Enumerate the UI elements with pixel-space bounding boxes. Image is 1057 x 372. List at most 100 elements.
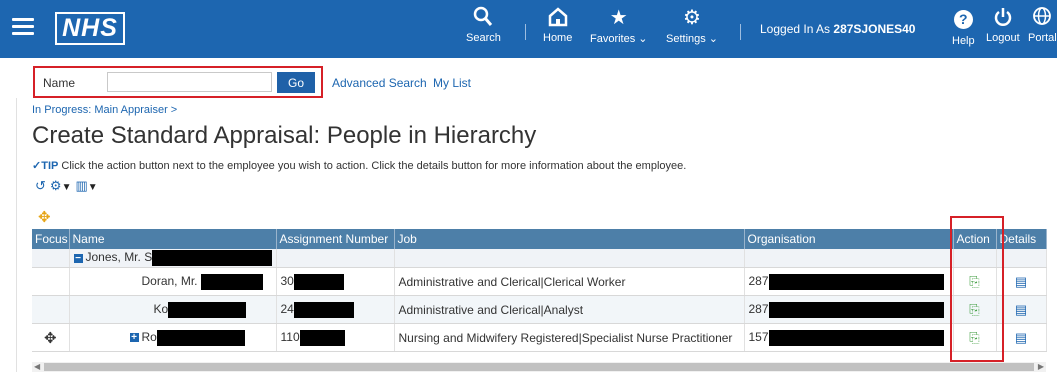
go-button[interactable]: Go [277,72,315,93]
table-cell [276,249,395,268]
name-search-input[interactable] [107,72,272,92]
redacted-block [156,329,245,346]
logged-in-status: Logged In As 287SJONES40 [760,22,915,36]
group-name: Jones, Mr. S [85,250,153,265]
table-cell [32,295,70,324]
redacted-block [200,273,263,290]
focus-all-icon[interactable]: ✥ [38,208,51,226]
tip-body: Click the action button next to the empl… [58,160,687,172]
scrollbar-thumb[interactable] [44,363,1034,371]
divider [740,24,741,40]
table-cell [744,249,954,268]
details-cell: ▤ [996,295,1047,324]
help-label: Help [952,35,975,47]
favorites-nav[interactable]: ★ Favorites ⌄ [590,6,648,45]
focus-cell: ✥ [32,323,70,352]
table-group-row: − Jones, Mr. S [32,249,1047,268]
action-cell: ⎘ [953,267,997,296]
redacted-block [152,250,273,266]
column-header-focus[interactable]: Focus [32,229,70,249]
action-icon[interactable]: ⎘ [969,330,979,345]
job-cell: Nursing and Midwifery Registered|Special… [394,323,745,352]
settings-nav[interactable]: ⚙ Settings ⌄ [666,6,718,45]
gear-icon: ⚙ [683,7,701,29]
name-search-bar: Name Go [33,66,323,98]
column-header-action[interactable]: Action [953,229,997,249]
scroll-right-icon[interactable]: ▶ [1038,362,1044,371]
redacted-block [299,329,345,346]
redacted-block [768,301,944,318]
action-cell: ⎘ [953,295,997,324]
organisation-value: 157 [748,329,769,344]
breadcrumb[interactable]: In Progress: Main Appraiser > [32,104,177,116]
table-row: Ko 24 Administrative and Clerical|Analys… [32,295,1047,324]
column-header-assignment[interactable]: Assignment Number [276,229,395,249]
favorites-nav-label: Favorites ⌄ [590,33,648,45]
advanced-search-link[interactable]: Advanced Search [332,76,427,90]
redacted-block [768,329,944,346]
table-cell [32,249,70,268]
search-icon [473,6,493,32]
check-icon: ✓ [32,160,42,172]
assignment-cell: 24 [276,295,395,324]
organisation-value: 287 [748,273,769,288]
columns-menu-icon[interactable]: ▥▼ [75,178,97,194]
table-toolbar: ↺ ⚙▼ ▥▼ [35,178,98,194]
help-nav[interactable]: ? Help [952,10,975,47]
details-cell: ▤ [996,267,1047,296]
home-icon [548,6,568,32]
table-cell [32,267,70,296]
assignment-cell: 30 [276,267,395,296]
expand-icon[interactable]: + [129,333,139,343]
my-list-link[interactable]: My List [433,76,471,90]
gear-menu-icon[interactable]: ⚙▼ [50,178,72,194]
assignment-number: 30 [280,273,294,288]
portal-nav[interactable]: Portal [1028,6,1057,44]
table-row: ✥ + Ro 110 Nursing and Midwifery Register… [32,323,1047,352]
redacted-block [168,301,247,318]
hierarchy-table: Focus Name Assignment Number Job Organis… [32,229,1047,352]
action-icon[interactable]: ⎘ [969,302,979,317]
divider [525,24,526,40]
column-header-name[interactable]: Name [69,229,277,249]
logout-nav[interactable]: Logout [986,6,1020,44]
nhs-logo[interactable]: NHS [55,12,125,45]
home-nav-label: Home [543,32,573,44]
tip-text: ✓TIP Click the action button next to the… [32,159,686,172]
name-cell: + Ro [69,323,277,352]
column-header-details[interactable]: Details [996,229,1047,249]
collapse-icon[interactable]: − [73,253,83,263]
table-cell [953,249,997,268]
details-icon[interactable]: ▤ [1015,274,1027,289]
column-header-job[interactable]: Job [394,229,745,249]
redacted-block [768,273,944,290]
logout-label: Logout [986,32,1020,44]
scroll-left-icon[interactable]: ◀ [34,362,40,371]
portal-label: Portal [1028,32,1057,44]
refresh-icon[interactable]: ↺ [35,178,46,194]
details-cell: ▤ [996,323,1047,352]
name-search-label: Name [43,76,76,90]
help-icon: ? [953,10,973,29]
details-icon[interactable]: ▤ [1015,302,1027,317]
power-icon [993,6,1013,32]
action-icon[interactable]: ⎘ [969,274,979,289]
tip-label: TIP [41,160,59,172]
redacted-block [293,273,344,290]
page-title: Create Standard Appraisal: People in Hie… [32,122,537,149]
globe-icon [1032,6,1052,32]
employee-name: Ko [153,301,169,316]
action-cell: ⎘ [953,323,997,352]
settings-nav-label: Settings ⌄ [666,33,719,45]
details-icon[interactable]: ▤ [1015,330,1027,345]
assignment-cell: 110 [276,323,395,352]
menu-icon[interactable] [12,18,34,36]
assignment-number: 24 [280,301,294,316]
home-nav[interactable]: Home [543,6,572,44]
job-cell: Administrative and Clerical|Analyst [394,295,745,324]
horizontal-scrollbar[interactable]: ◀ ▶ [32,362,1046,372]
focus-icon[interactable]: ✥ [44,330,57,347]
organisation-cell: 287 [744,267,954,296]
search-nav[interactable]: Search [466,6,501,44]
column-header-organisation[interactable]: Organisation [744,229,954,249]
